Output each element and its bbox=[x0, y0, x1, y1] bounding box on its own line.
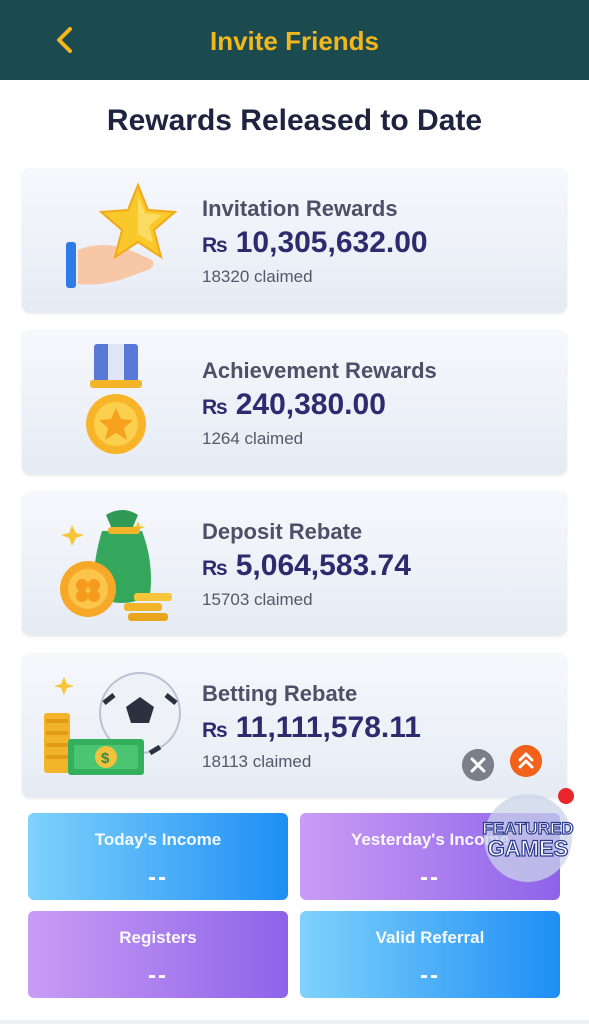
claimed-count: 18320 claimed bbox=[202, 267, 313, 286]
stat-valid-referral: Valid Referral -- bbox=[300, 911, 560, 998]
stat-today-income: Today's Income -- bbox=[28, 813, 288, 900]
page-title: Invite Friends bbox=[209, 26, 380, 56]
reward-label: Invitation Rewards bbox=[202, 196, 398, 221]
reward-amount: ₨ 240,380.00 bbox=[202, 388, 386, 421]
scroll-top-icon[interactable] bbox=[510, 745, 542, 777]
stat-title: Today's Income bbox=[94, 830, 222, 849]
reward-card-achievement: Achievement Rewards ₨ 240,380.00 1264 cla… bbox=[22, 330, 567, 475]
svg-text:GAMES: GAMES bbox=[488, 836, 569, 861]
stat-value: -- bbox=[148, 864, 168, 891]
reward-label: Betting Rebate bbox=[202, 681, 358, 706]
top-bar: Invite Friends bbox=[0, 0, 589, 80]
star-hand-icon bbox=[66, 182, 178, 288]
currency-symbol: ₨ bbox=[202, 557, 228, 580]
reward-amount: ₨ 10,305,632.00 bbox=[202, 226, 428, 259]
reward-amount: ₨ 5,064,583.74 bbox=[202, 549, 411, 582]
medal-icon bbox=[86, 344, 146, 454]
section-title: Rewards Released to Date bbox=[106, 104, 483, 137]
reward-card-deposit: Deposit Rebate ₨ 5,064,583.74 15703 claim… bbox=[22, 491, 567, 636]
reward-card-invitation: Invitation Rewards ₨ 10,305,632.00 18320 … bbox=[22, 168, 567, 313]
stat-title: Registers bbox=[119, 928, 197, 947]
money-bag-icon bbox=[60, 510, 172, 621]
claimed-count: 18113 claimed bbox=[202, 752, 312, 771]
svg-text:$: $ bbox=[101, 750, 110, 767]
currency-symbol: ₨ bbox=[202, 396, 228, 419]
reward-amount: ₨ 11,111,578.11 bbox=[202, 711, 421, 744]
bottom-divider bbox=[0, 1020, 589, 1024]
close-icon[interactable] bbox=[462, 749, 494, 781]
football-cash-icon: $ bbox=[44, 672, 181, 775]
stat-title: Valid Referral bbox=[375, 928, 485, 947]
stat-registers: Registers -- bbox=[28, 911, 288, 998]
currency-symbol: ₨ bbox=[202, 719, 228, 742]
reward-label: Deposit Rebate bbox=[202, 519, 363, 544]
claimed-count: 1264 claimed bbox=[202, 429, 304, 448]
reward-label: Achievement Rewards bbox=[202, 358, 437, 383]
stat-value: -- bbox=[420, 962, 440, 989]
currency-symbol: ₨ bbox=[202, 234, 228, 257]
claimed-count: 15703 claimed bbox=[202, 590, 313, 609]
featured-games-badge[interactable]: FEATURED GAMES bbox=[478, 786, 578, 886]
stat-value: -- bbox=[148, 962, 168, 989]
